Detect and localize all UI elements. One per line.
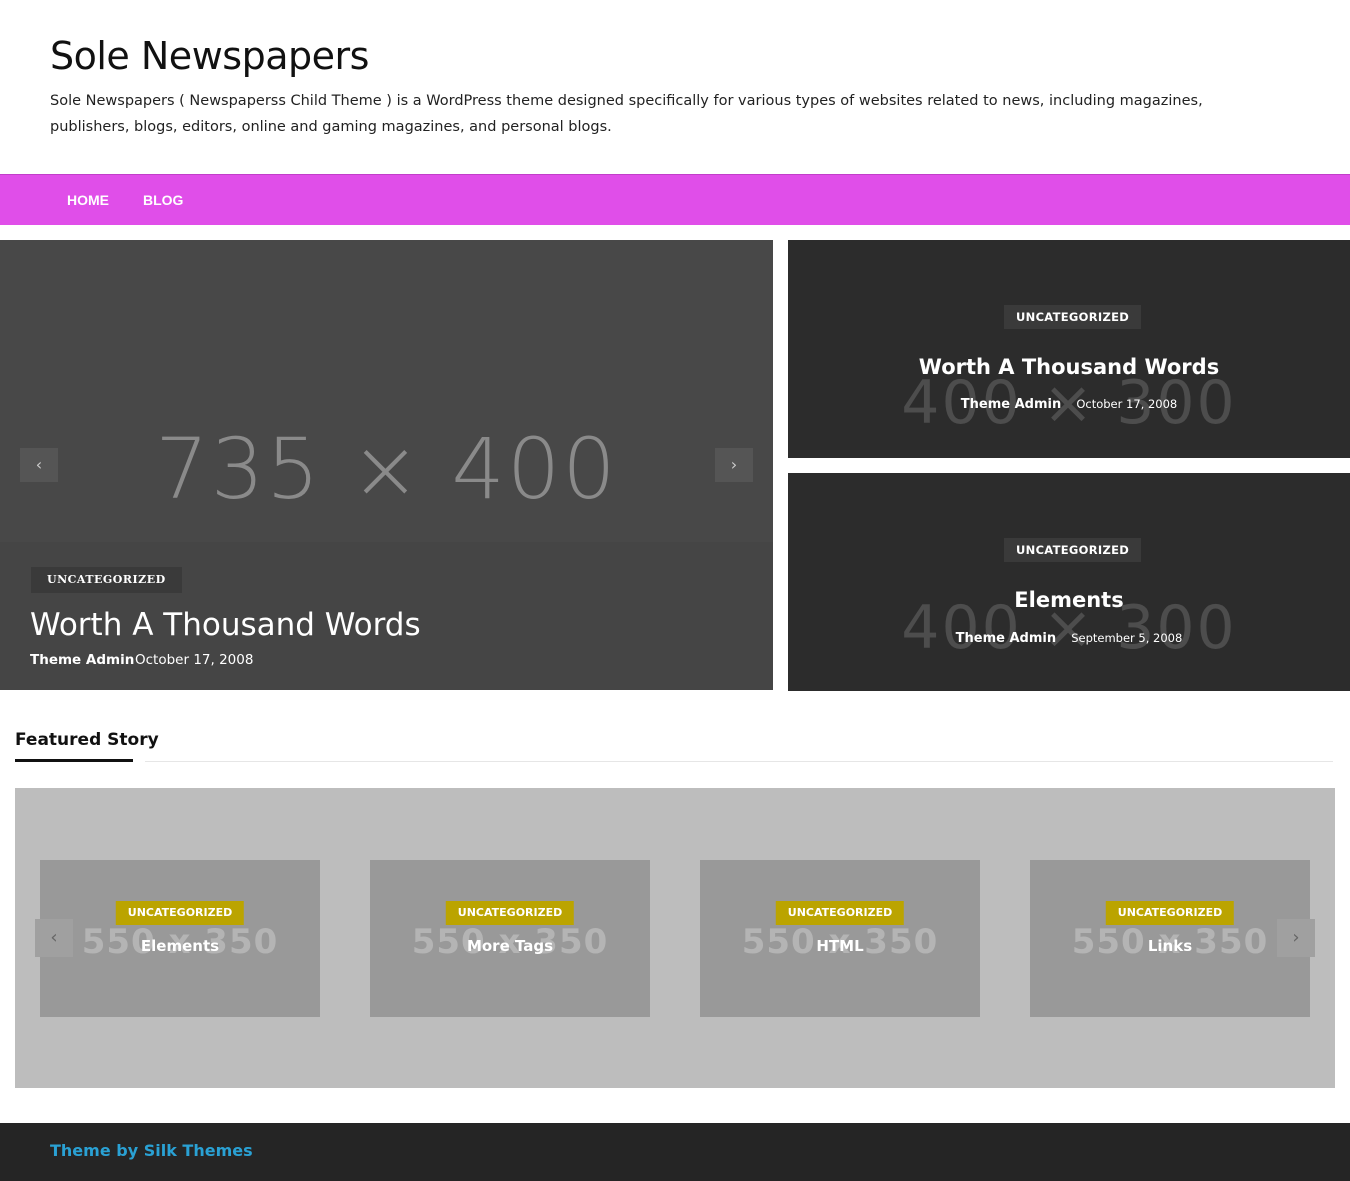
footer-credit-link[interactable]: Theme by Silk Themes	[50, 1141, 253, 1160]
featured-card[interactable]: 550 x 350 UNCATEGORIZED More Tags	[370, 860, 650, 1017]
side-post-category-badge[interactable]: UNCATEGORIZED	[1004, 305, 1142, 329]
hero-prev-button[interactable]: ‹	[20, 448, 58, 482]
card-title[interactable]: HTML	[700, 937, 980, 955]
hero-post-author[interactable]: Theme Admin	[30, 652, 134, 668]
chevron-left-icon: ‹	[35, 455, 43, 474]
chevron-left-icon: ‹	[50, 927, 58, 948]
site-header: Sole Newspapers Sole Newspapers ( Newspa…	[0, 0, 1350, 174]
featured-card[interactable]: 550 x 350 UNCATEGORIZED Links	[1030, 860, 1310, 1017]
featured-card[interactable]: 550 x 350 UNCATEGORIZED HTML	[700, 860, 980, 1017]
card-category-badge[interactable]: UNCATEGORIZED	[1105, 901, 1235, 925]
card-title[interactable]: Links	[1030, 937, 1310, 955]
side-post-date: October 17, 2008	[1076, 397, 1178, 411]
side-post[interactable]: 400 × 300 UNCATEGORIZED Elements Theme A…	[788, 473, 1350, 691]
card-category-badge[interactable]: UNCATEGORIZED	[445, 901, 575, 925]
side-post-title[interactable]: Worth A Thousand Words	[788, 355, 1350, 379]
side-post-title[interactable]: Elements	[788, 588, 1350, 612]
featured-next-button[interactable]: ›	[1277, 919, 1315, 957]
card-title[interactable]: More Tags	[370, 937, 650, 955]
chevron-right-icon: ›	[730, 455, 738, 474]
site-description: Sole Newspapers ( Newspaperss Child Them…	[50, 93, 1203, 135]
chevron-right-icon: ›	[1292, 927, 1300, 948]
featured-card[interactable]: 550 x 350 UNCATEGORIZED Elements	[40, 860, 320, 1017]
side-post-author[interactable]: Theme Admin	[961, 397, 1061, 412]
featured-heading-underline	[15, 759, 133, 762]
main-navigation: HOME BLOG	[0, 174, 1350, 225]
card-category-badge[interactable]: UNCATEGORIZED	[775, 901, 905, 925]
nav-item-home[interactable]: HOME	[67, 175, 109, 226]
nav-item-blog[interactable]: BLOG	[143, 175, 183, 226]
hero-next-button[interactable]: ›	[715, 448, 753, 482]
side-post-author[interactable]: Theme Admin	[956, 631, 1056, 646]
side-post-date: September 5, 2008	[1071, 631, 1183, 645]
card-category-badge[interactable]: UNCATEGORIZED	[115, 901, 245, 925]
card-title[interactable]: Elements	[40, 937, 320, 955]
hero-category-badge[interactable]: UNCATEGORIZED	[31, 567, 182, 593]
hero-post-title[interactable]: Worth A Thousand Words	[30, 607, 421, 643]
hero-image-placeholder: 735 × 400	[155, 420, 618, 518]
side-post[interactable]: 400 × 300 UNCATEGORIZED Worth A Thousand…	[788, 240, 1350, 458]
hero-post-date: October 17, 2008	[135, 652, 254, 668]
side-post-meta: Theme Admin October 17, 2008	[788, 393, 1350, 412]
site-title[interactable]: Sole Newspapers	[50, 34, 369, 78]
site-footer: Theme by Silk Themes	[0, 1123, 1350, 1181]
side-post-category-badge[interactable]: UNCATEGORIZED	[1004, 538, 1142, 562]
featured-divider	[145, 761, 1333, 762]
featured-section-heading: Featured Story	[15, 730, 159, 750]
featured-prev-button[interactable]: ‹	[35, 919, 73, 957]
side-post-meta: Theme Admin September 5, 2008	[788, 627, 1350, 646]
